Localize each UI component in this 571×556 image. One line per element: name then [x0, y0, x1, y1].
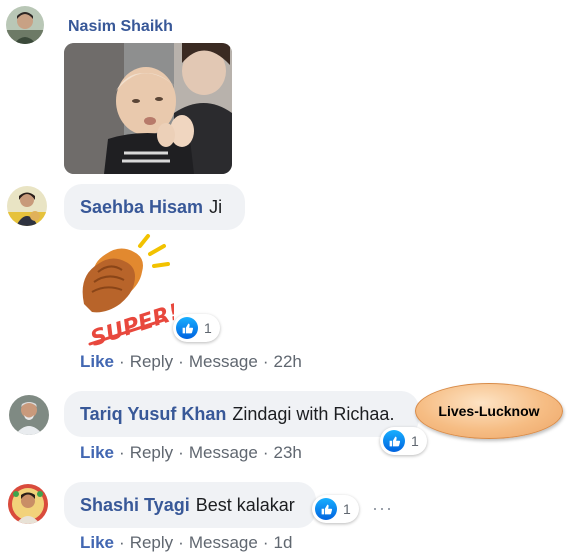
timestamp-link[interactable]: 22h — [274, 352, 302, 371]
commenter-name[interactable]: Nasim Shaikh — [68, 18, 173, 36]
message-link[interactable]: Message — [189, 443, 258, 462]
reaction-count: 1 — [204, 320, 212, 336]
separator: · — [178, 443, 184, 462]
comment-bubble: Tariq Yusuf Khan Zindagi with Richaa. — [64, 391, 419, 437]
callout-text: Lives-Lucknow — [438, 403, 540, 419]
like-link[interactable]: Like — [80, 352, 114, 371]
comment-text: Ji — [209, 196, 223, 217]
message-link[interactable]: Message — [189, 352, 258, 371]
like-link[interactable]: Like — [80, 533, 114, 552]
reaction-count: 1 — [411, 433, 419, 449]
comment-actions: Like · Reply · Message · 23h — [80, 443, 302, 463]
like-reaction-icon — [315, 498, 337, 520]
avatar-nasim-shaikh[interactable] — [6, 6, 44, 44]
separator: · — [262, 352, 269, 371]
baby-clapping-image — [64, 43, 232, 174]
location-callout: Lives-Lucknow — [415, 383, 563, 439]
separator: · — [178, 352, 184, 371]
reaction-summary[interactable]: 1 — [380, 427, 427, 455]
reaction-summary[interactable]: 1 — [312, 495, 359, 523]
comment-text: Best kalakar — [195, 494, 295, 515]
like-reaction-icon — [176, 317, 198, 339]
avatar-saehba-hisam[interactable] — [7, 186, 47, 226]
timestamp-link[interactable]: 23h — [274, 443, 302, 462]
avatar-tariq-yusuf-khan[interactable] — [9, 395, 49, 435]
timestamp-link[interactable]: 1d — [274, 533, 293, 552]
reply-link[interactable]: Reply — [130, 533, 173, 552]
commenter-name[interactable]: Saehba Hisam — [80, 197, 203, 218]
reply-link[interactable]: Reply — [130, 352, 173, 371]
separator: · — [262, 533, 269, 552]
comment-actions: Like · Reply · Message · 1d — [80, 533, 292, 553]
separator: · — [119, 533, 125, 552]
reply-link[interactable]: Reply — [130, 443, 173, 462]
separator: · — [119, 443, 125, 462]
comment-text: Zindagi with Richaa. — [232, 403, 395, 424]
avatar-shashi-tyagi[interactable] — [8, 484, 48, 524]
comment-bubble: Saehba Hisam Ji — [64, 184, 245, 230]
more-options-icon[interactable]: ··· — [372, 498, 393, 519]
like-reaction-icon — [383, 430, 405, 452]
clapping-hands-sticker-icon: SUPER! — [82, 234, 183, 352]
reaction-count: 1 — [343, 501, 351, 517]
separator: · — [178, 533, 184, 552]
message-link[interactable]: Message — [189, 533, 258, 552]
reaction-summary[interactable]: 1 — [173, 314, 220, 342]
separator: · — [262, 443, 269, 462]
like-link[interactable]: Like — [80, 443, 114, 462]
commenter-name[interactable]: Shashi Tyagi — [80, 495, 190, 516]
commenter-name[interactable]: Tariq Yusuf Khan — [80, 404, 226, 425]
comment-bubble: Shashi Tyagi Best kalakar — [64, 482, 316, 528]
separator: · — [119, 352, 125, 371]
comment-gif-attachment[interactable] — [64, 43, 232, 174]
comment-actions: Like · Reply · Message · 22h — [80, 352, 302, 372]
super-clap-sticker[interactable]: SUPER! — [76, 232, 183, 352]
